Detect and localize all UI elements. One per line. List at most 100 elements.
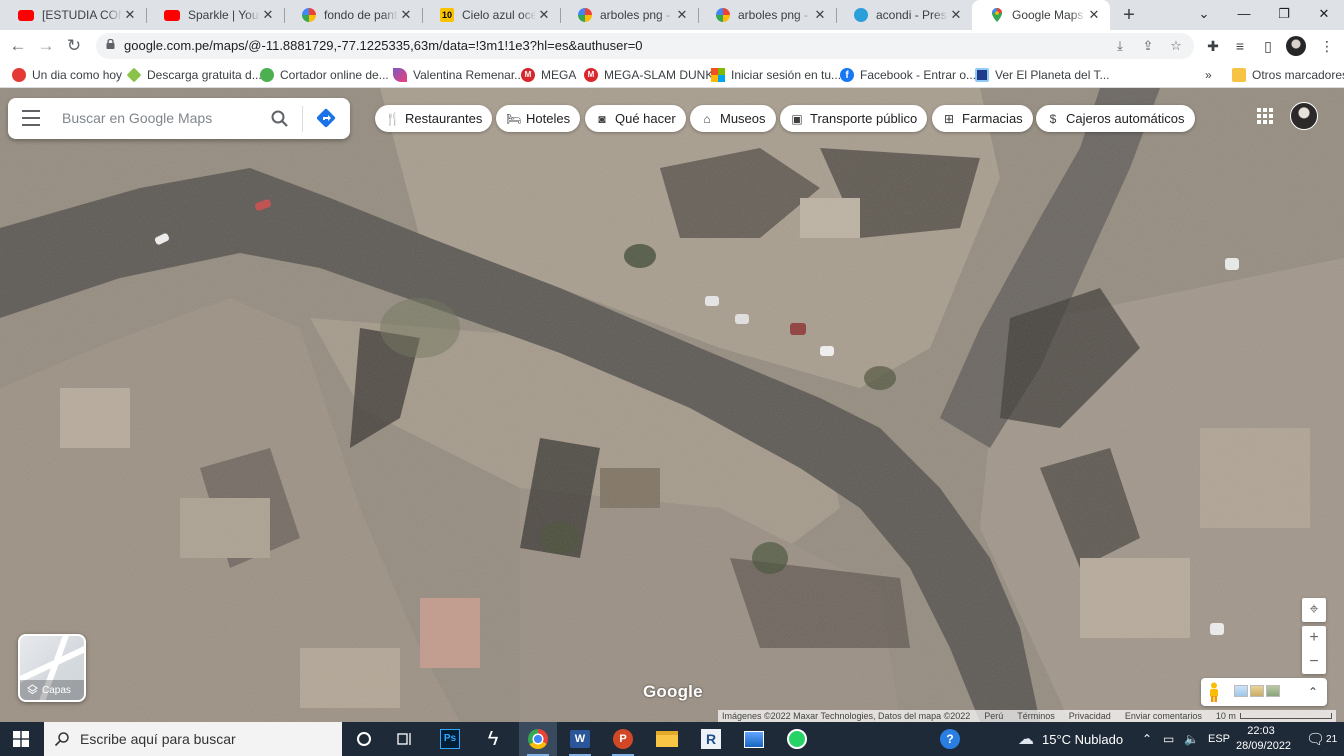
feather-icon <box>393 68 407 82</box>
map-scale[interactable]: 10 m <box>1216 711 1332 721</box>
tab-4[interactable]: arboles png - Búsqueda ✕ <box>560 0 698 30</box>
new-tab-button[interactable]: + <box>1117 3 1141 27</box>
windows-start-button[interactable] <box>2 722 40 756</box>
bookmark-star-icon[interactable]: ☆ <box>1168 39 1184 53</box>
tab-0[interactable]: [ESTUDIA CONMIGO ✕ <box>0 0 146 30</box>
close-icon[interactable]: ✕ <box>674 7 690 23</box>
bookmark-5[interactable]: M MEGA-SLAM DUNK <box>584 66 713 84</box>
pegman-icon[interactable] <box>1207 682 1221 702</box>
close-icon[interactable]: ✕ <box>398 7 414 23</box>
install-icon[interactable]: ⤓ <box>1112 39 1128 53</box>
my-location-button[interactable]: ⌖ <box>1302 598 1326 622</box>
zoom-in-button[interactable]: + <box>1302 626 1326 650</box>
volume-icon[interactable]: 🔈 <box>1184 722 1199 756</box>
taskbar-search[interactable]: Escribe aquí para buscar <box>44 722 342 756</box>
layers-button[interactable]: Capas <box>18 634 86 702</box>
bookmarks-overflow-button[interactable]: » <box>1205 66 1212 84</box>
chip-transporte[interactable]: ▣ Transporte público <box>780 105 928 132</box>
address-bar[interactable]: google.com.pe/maps/@-11.8881729,-77.1225… <box>96 33 1194 59</box>
close-icon[interactable]: ✕ <box>812 7 828 23</box>
tab-3[interactable]: 10 Cielo azul océano ✕ <box>422 0 560 30</box>
map-bottom-tools: ⌃ <box>1201 678 1327 706</box>
satellite-imagery <box>0 88 1344 722</box>
taskbar-app-powerpoint[interactable]: P <box>604 722 642 756</box>
system-clock[interactable]: 22:03 28/09/2022 <box>1236 724 1291 754</box>
tab-5[interactable]: arboles png - Búsqueda ✕ <box>698 0 836 30</box>
chip-museos[interactable]: ⌂ Museos <box>690 105 776 132</box>
search-icon[interactable] <box>270 109 290 129</box>
cortana-button[interactable] <box>345 722 383 756</box>
link-peru[interactable]: Perú <box>984 711 1003 721</box>
tab-search-chevron-icon[interactable]: ⌄ <box>1184 0 1224 30</box>
tab-6[interactable]: acondi - Presentación ✕ <box>836 0 972 30</box>
tab-2[interactable]: fondo de pantalla ✕ <box>284 0 422 30</box>
taskbar-app-whatsapp[interactable] <box>778 722 816 756</box>
chip-hoteles[interactable]: 🛏 Hoteles <box>496 105 581 132</box>
help-icon[interactable]: ? <box>940 722 960 756</box>
tab-1[interactable]: Sparkle | Your Name ✕ <box>146 0 284 30</box>
profile-avatar[interactable] <box>1286 36 1306 56</box>
chip-restaurantes[interactable]: 🍴 Restaurantes <box>375 105 493 132</box>
reload-button[interactable]: ↻ <box>62 34 86 58</box>
maps-search-box <box>8 98 350 139</box>
expand-chevron-icon[interactable]: ⌃ <box>1305 683 1321 701</box>
media-control-icon[interactable]: ≡ <box>1231 37 1249 55</box>
taskbar-app-chrome[interactable] <box>519 722 557 756</box>
chrome-icon <box>528 729 548 749</box>
language-indicator[interactable]: ESP <box>1208 722 1230 756</box>
taskbar-app-photoshop[interactable]: Ps <box>431 722 469 756</box>
bookmark-0[interactable]: Un dia como hoy <box>12 66 122 84</box>
window-close-button[interactable]: ✕ <box>1304 0 1344 30</box>
link-enviar-comentarios[interactable]: Enviar comentarios <box>1125 711 1202 721</box>
other-bookmarks[interactable]: Otros marcadores <box>1232 66 1344 84</box>
battery-icon[interactable]: ▭ <box>1163 722 1174 756</box>
back-button[interactable]: ← <box>6 34 30 58</box>
link-privacidad[interactable]: Privacidad <box>1069 711 1111 721</box>
taskbar-app-file-explorer[interactable] <box>648 722 686 756</box>
directions-icon[interactable] <box>316 108 336 128</box>
youtube-icon <box>18 9 34 21</box>
taskbar-app-r[interactable]: R <box>692 722 730 756</box>
apps-grid-icon[interactable] <box>1257 108 1273 124</box>
bookmark-4[interactable]: M MEGA <box>521 66 576 84</box>
weather-widget[interactable]: ☁ 15°C Nublado <box>1018 722 1123 756</box>
close-icon[interactable]: ✕ <box>948 7 964 23</box>
museum-icon: ⌂ <box>703 111 711 126</box>
maps-account-avatar[interactable] <box>1290 102 1318 130</box>
bookmark-2[interactable]: Cortador online de... <box>260 66 389 84</box>
tab-google-maps[interactable]: Google Maps ✕ <box>972 0 1110 30</box>
show-hidden-icons-chevron[interactable]: ⌃ <box>1142 722 1152 756</box>
extensions-icon[interactable]: ✚ <box>1204 37 1222 55</box>
taskbar-app-word[interactable]: W <box>561 722 599 756</box>
task-view-button[interactable] <box>386 722 424 756</box>
bookmark-3[interactable]: Valentina Remenar... <box>393 66 524 84</box>
close-icon[interactable]: ✕ <box>1086 7 1102 23</box>
bookmark-7[interactable]: f Facebook - Entrar o... <box>840 66 976 84</box>
fork-knife-icon: 🍴 <box>385 111 400 126</box>
close-icon[interactable]: ✕ <box>122 7 138 23</box>
close-icon[interactable]: ✕ <box>536 7 552 23</box>
bookmark-6[interactable]: Iniciar sesión en tu... <box>711 66 841 84</box>
side-panel-icon[interactable]: ▯ <box>1259 37 1277 55</box>
forward-button[interactable]: → <box>34 34 58 58</box>
maps-search-input[interactable] <box>62 107 262 129</box>
restore-button[interactable]: ❐ <box>1264 0 1304 30</box>
hamburger-menu-icon[interactable] <box>22 110 40 126</box>
close-icon[interactable]: ✕ <box>260 7 276 23</box>
map-attribution: Imágenes ©2022 Maxar Technologies, Datos… <box>718 710 1336 722</box>
map-type-thumbnails[interactable] <box>1234 685 1280 697</box>
satellite-map[interactable]: 🍴 Restaurantes 🛏 Hoteles ◙ Qué hacer ⌂ M… <box>0 88 1344 722</box>
chip-cajeros[interactable]: $ Cajeros automáticos <box>1036 105 1195 132</box>
taskbar-app-photos[interactable] <box>735 722 773 756</box>
chip-farmacias[interactable]: ⊞ Farmacias <box>932 105 1033 132</box>
menu-dots-icon[interactable]: ⋮ <box>1318 37 1336 55</box>
share-icon[interactable]: ⇪ <box>1140 39 1156 53</box>
minimize-button[interactable]: — <box>1224 0 1264 30</box>
taskbar-app-lightning[interactable]: ϟ <box>474 722 512 756</box>
notifications-button[interactable]: 🗨 21 <box>1306 722 1337 756</box>
link-terminos[interactable]: Términos <box>1017 711 1055 721</box>
zoom-out-button[interactable]: − <box>1302 650 1326 674</box>
chip-que-hacer[interactable]: ◙ Qué hacer <box>585 105 686 132</box>
bookmark-8[interactable]: Ver El Planeta del T... <box>975 66 1110 84</box>
bookmark-1[interactable]: Descarga gratuita d... <box>126 66 262 84</box>
